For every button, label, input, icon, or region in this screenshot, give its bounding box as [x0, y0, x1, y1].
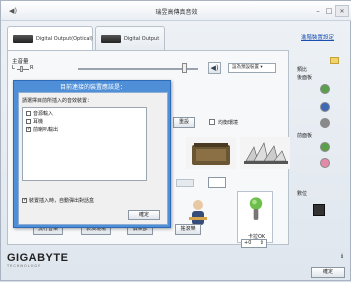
minimize-button[interactable]: –: [313, 5, 323, 17]
device-tabs: Digital Output(Optical) Digital Output: [7, 24, 297, 50]
dialog-title: 目前連接的裝置應該是：: [59, 84, 126, 91]
equalizer-strip: [176, 179, 194, 187]
advanced-settings-link[interactable]: 進階裝置設定: [301, 33, 334, 41]
tab-digital-output-optical[interactable]: Digital Output(Optical): [7, 26, 93, 50]
jack-front-green-icon[interactable]: [320, 142, 330, 152]
environment-opera-image[interactable]: [240, 137, 290, 169]
gigabyte-logo: GIGABYTE: [7, 252, 69, 264]
footer: GIGABYTE TECHNOLOGY ℹ 確定: [1, 249, 351, 282]
volume-slider-knob[interactable]: [182, 63, 187, 73]
karaoke-microphone-icon: [249, 197, 263, 220]
audio-manager-window: ◀) 瑞昱高傳真音效 – □ ✕ Digital Output(Optical)…: [0, 0, 351, 281]
dialog-body: 請選擇目前所插入的音效裝置： 音源輸入 耳機 ✓ 前喇叭輸出 ✓ 裝置插入時，自動彈…: [18, 92, 168, 225]
dialog-ok-button[interactable]: 確定: [128, 210, 160, 220]
device-icon: [13, 35, 33, 43]
list-item-label: 前喇叭輸出: [33, 127, 59, 133]
device-icon: [101, 35, 121, 43]
volume-slider-track[interactable]: [78, 68, 198, 70]
balance-right-label: R: [30, 65, 34, 71]
checkbox[interactable]: [26, 111, 31, 116]
device-type-list: 音源輸入 耳機 ✓ 前喇叭輸出: [22, 107, 147, 181]
balance-slider[interactable]: L R: [12, 65, 72, 73]
environment-room-image[interactable]: [186, 137, 236, 169]
front-panel-label: 前面板: [297, 133, 313, 139]
info-icon[interactable]: ℹ: [341, 253, 349, 261]
keyboard-icon[interactable]: [208, 177, 226, 188]
digital-port-icon[interactable]: [313, 204, 325, 216]
list-item-headphone[interactable]: 耳機: [26, 119, 43, 126]
checkbox[interactable]: [26, 119, 31, 124]
checkbox-checked[interactable]: ✓: [26, 127, 31, 132]
jack-front-pink-icon[interactable]: [320, 158, 330, 168]
jack-green-icon[interactable]: [320, 84, 330, 94]
title-bar: ◀) 瑞昱高傳真音效 – □ ✕: [1, 1, 351, 21]
jack-blue-icon[interactable]: [320, 102, 330, 112]
list-item-line-in[interactable]: 音源輸入: [26, 111, 53, 118]
tab-label: Digital Output: [124, 36, 160, 42]
balance-knob[interactable]: [20, 66, 23, 72]
list-item-label: 音源輸入: [33, 111, 54, 117]
dialog-prompt: 請選擇目前所插入的音效裝置：: [22, 98, 93, 104]
default-device-label: 設為預設裝置: [232, 65, 259, 70]
karaoke-value: +0: [244, 240, 252, 246]
jack-grey-icon[interactable]: [320, 118, 330, 128]
checkbox-checked[interactable]: ✓: [22, 198, 27, 203]
auto-popup-option[interactable]: ✓ 裝置插入時，自動彈出對話盒: [22, 197, 94, 204]
logo-subtitle: TECHNOLOGY: [7, 264, 42, 268]
tab-digital-output[interactable]: Digital Output: [95, 26, 165, 50]
main-ok-button[interactable]: 確定: [311, 267, 345, 278]
list-item-front-speaker[interactable]: ✓ 前喇叭輸出: [26, 127, 58, 134]
close-button[interactable]: ✕: [335, 5, 349, 17]
balance-track: [17, 69, 29, 70]
window-title: 瑞昱高傳真音效: [155, 9, 198, 16]
stepper-arrows-icon[interactable]: ⇕: [260, 240, 264, 247]
mute-button[interactable]: ◀): [208, 62, 221, 74]
analog-label: 類比: [297, 67, 308, 73]
karaoke-stepper[interactable]: +0 ⇕: [241, 239, 267, 248]
reset-button[interactable]: 重設: [173, 117, 195, 128]
digital-label: 數位: [297, 191, 308, 197]
maximize-button[interactable]: □: [324, 5, 334, 17]
default-device-dropdown[interactable]: 設為預設裝置 ▾: [228, 63, 276, 73]
environment-checkbox[interactable]: [209, 119, 215, 125]
list-item-label: 耳機: [33, 119, 44, 125]
device-detection-dialog: 目前連接的裝置應該是： 請選擇目前所插入的音效裝置： 音源輸入 耳機 ✓ 前喇叭輸…: [13, 80, 171, 228]
connector-sidebar: 類比 後面板 前面板 數位: [293, 50, 345, 245]
preset-rock-button[interactable]: 搖滾樂: [175, 224, 201, 235]
balance-left-label: L: [12, 65, 15, 71]
auto-popup-label: 裝置插入時，自動彈出對話盒: [29, 198, 95, 204]
main-volume-label: 主音量: [12, 59, 29, 65]
environment-label: 均衡環境: [218, 120, 239, 126]
back-panel-label: 後面板: [297, 75, 313, 81]
tab-label: Digital Output(Optical): [36, 36, 93, 42]
